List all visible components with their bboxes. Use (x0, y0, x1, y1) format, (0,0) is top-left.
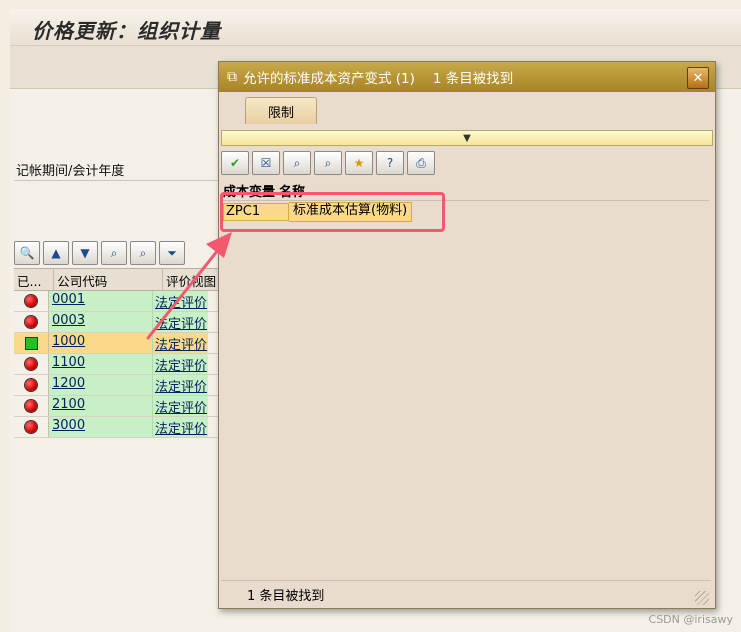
company-code-cell: 0003 (49, 312, 153, 332)
valuation-view-cell: 法定评价 (153, 312, 208, 332)
valuation-view-link[interactable]: 法定评价 (155, 359, 207, 374)
red-status-icon (25, 316, 37, 328)
table-row[interactable]: 2100 法定评价 (14, 396, 224, 417)
popup-entry-count: 1 条目被找到 (432, 71, 514, 87)
status-cell (14, 396, 49, 416)
status-cell (14, 375, 49, 395)
column-header-status[interactable]: 已... (14, 269, 55, 290)
print-icon[interactable]: ⎙ (407, 151, 435, 175)
popup-status-bar: 1 条目被找到 (221, 580, 711, 607)
status-cell (14, 354, 49, 374)
valuation-view-cell: 法定评价 (153, 354, 208, 374)
company-code-cell: 2100 (49, 396, 153, 416)
status-text: 1 条目被找到 (247, 588, 325, 604)
valuation-view-cell: 法定评价 (153, 333, 208, 353)
red-status-icon (25, 400, 37, 412)
watermark: CSDN @irisawy (648, 613, 733, 626)
divider (14, 180, 224, 181)
collapse-arrow-icon: ▼ (463, 132, 471, 144)
valuation-view-cell: 法定评价 (153, 375, 208, 395)
result-list: 成本变量 名称 ZPC1 标准成本估算(物料) (221, 180, 711, 580)
valuation-view-link[interactable]: 法定评价 (155, 296, 207, 311)
grid-rows: 0001 法定评价 0003 法定评价 1000 法定评价 1100 法定评价 1200 法定评价… (14, 291, 224, 438)
popup-toolbar: ✔ ☒ ⌕ ⌕ ★ ? ⎙ (221, 150, 441, 176)
company-code-link[interactable]: 0003 (52, 313, 85, 328)
valuation-view-cell: 法定评价 (153, 396, 208, 416)
cancel-icon[interactable]: ☒ (252, 151, 280, 175)
table-row[interactable]: 1000 法定评价 (14, 333, 224, 354)
grid-header: 已... 公司代码 评价视图 (14, 269, 224, 291)
valuation-view-link[interactable]: 法定评价 (155, 338, 207, 353)
company-code-link[interactable]: 0001 (52, 292, 85, 307)
company-code-link[interactable]: 1100 (52, 355, 85, 370)
red-status-icon (25, 295, 37, 307)
help-icon[interactable]: ? (376, 151, 404, 175)
filter-icon[interactable]: ⏷ (159, 241, 185, 265)
highlight-annotation (220, 192, 445, 232)
red-status-icon (25, 421, 37, 433)
status-cell (14, 312, 49, 332)
popup-title: 允许的标准成本资产变式 (1) (243, 71, 415, 87)
sort-ascending-icon[interactable]: ▲ (43, 241, 69, 265)
company-code-cell: 1100 (49, 354, 153, 374)
valuation-view-link[interactable]: 法定评价 (155, 422, 207, 437)
company-code-cell: 3000 (49, 417, 153, 437)
page-title: 价格更新：组织计量 (32, 19, 221, 43)
sort-descending-icon[interactable]: ▼ (72, 241, 98, 265)
value-help-popup: ⧉ 允许的标准成本资产变式 (1) 1 条目被找到 ✕ 限制 ▼ ✔ ☒ ⌕ ⌕… (218, 61, 716, 609)
valuation-view-link[interactable]: 法定评价 (155, 380, 207, 395)
valuation-view-link[interactable]: 法定评价 (155, 401, 207, 416)
popup-title-bar[interactable]: ⧉ 允许的标准成本资产变式 (1) 1 条目被找到 ✕ (219, 62, 715, 92)
alv-toolbar: 🔍 ▲ ▼ ⌕ ⌕ ⏷ (14, 240, 224, 266)
company-code-link[interactable]: 2100 (52, 397, 85, 412)
find-next-icon[interactable]: ⌕ (314, 151, 342, 175)
details-icon[interactable]: 🔍 (14, 241, 40, 265)
resize-grip[interactable] (695, 591, 709, 605)
table-row[interactable]: 3000 法定评价 (14, 417, 224, 438)
company-code-cell: 0001 (49, 291, 153, 311)
close-icon: ✕ (692, 70, 704, 86)
company-code-link[interactable]: 3000 (52, 418, 85, 433)
table-row[interactable]: 1100 法定评价 (14, 354, 224, 375)
table-row[interactable]: 0001 法定评价 (14, 291, 224, 312)
valuation-view-link[interactable]: 法定评价 (155, 317, 207, 332)
company-code-link[interactable]: 1200 (52, 376, 85, 391)
valuation-view-cell: 法定评价 (153, 417, 208, 437)
period-year-label: 记帐期间/会计年度 (16, 164, 125, 179)
company-code-link[interactable]: 1000 (52, 334, 85, 349)
status-cell (14, 291, 49, 311)
tab-restrictions[interactable]: 限制 (245, 97, 317, 124)
column-header-company-code[interactable]: 公司代码 (54, 269, 164, 290)
personal-list-icon[interactable]: ★ (345, 151, 373, 175)
status-cell (14, 417, 49, 437)
status-cell (14, 333, 49, 353)
find-icon[interactable]: ⌕ (101, 241, 127, 265)
red-status-icon (25, 358, 37, 370)
find-icon[interactable]: ⌕ (283, 151, 311, 175)
company-code-grid: 已... 公司代码 评价视图 0001 法定评价 0003 法定评价 1000 法定评价 1… (14, 268, 224, 438)
green-status-icon (24, 336, 38, 350)
red-status-icon (25, 379, 37, 391)
continue-icon[interactable]: ✔ (221, 151, 249, 175)
valuation-view-cell: 法定评价 (153, 291, 208, 311)
tab-strip: 限制 (219, 92, 715, 128)
close-button[interactable]: ✕ (687, 67, 709, 89)
column-header-valuation-view[interactable]: 评价视图 (163, 269, 224, 290)
find-next-icon[interactable]: ⌕ (130, 241, 156, 265)
dialog-icon: ⧉ (227, 69, 237, 85)
collapse-restrictions-bar[interactable]: ▼ (221, 130, 713, 146)
screen-title-bar: 价格更新：组织计量 (10, 9, 741, 46)
table-row[interactable]: 1200 法定评价 (14, 375, 224, 396)
company-code-cell: 1200 (49, 375, 153, 395)
table-row[interactable]: 0003 法定评价 (14, 312, 224, 333)
company-code-cell: 1000 (49, 333, 153, 353)
